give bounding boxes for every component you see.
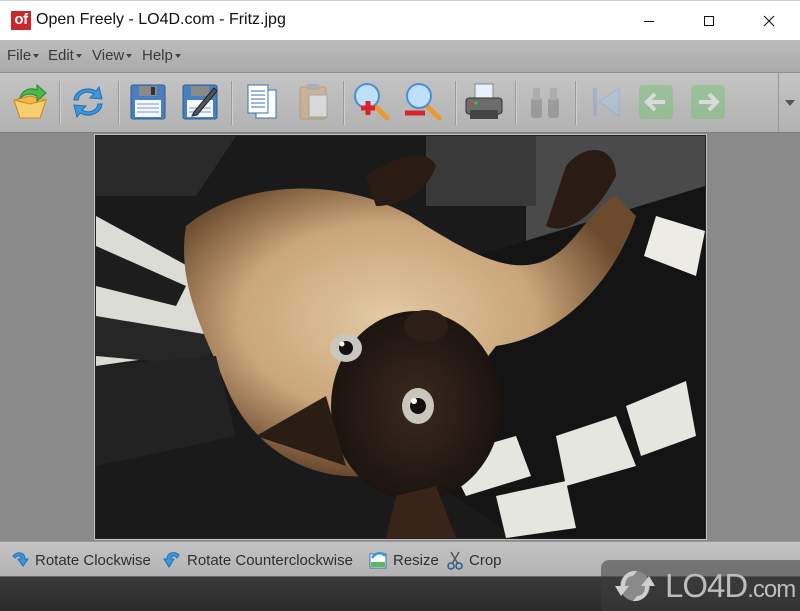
menu-edit[interactable]: Edit <box>48 47 82 64</box>
lo4d-watermark: LO4D.com <box>601 560 800 611</box>
toolbar-separator <box>343 81 345 125</box>
binoculars-icon <box>531 88 559 118</box>
find-button[interactable] <box>523 80 567 124</box>
rotate-clockwise-button[interactable]: Rotate Clockwise <box>10 550 151 570</box>
rotate-counterclockwise-label: Rotate Counterclockwise <box>187 551 353 569</box>
crop-button[interactable]: Crop <box>446 550 502 570</box>
chevron-down-icon <box>785 99 795 106</box>
app-logo: of <box>11 11 31 30</box>
first-button[interactable] <box>583 80 627 124</box>
menu-help[interactable]: Help <box>142 47 181 64</box>
minimize-icon <box>644 21 654 22</box>
caret-down-icon <box>75 54 82 59</box>
resize-button[interactable]: Resize <box>368 550 439 570</box>
toolbar-separator <box>455 81 457 125</box>
rotate-counterclockwise-icon <box>163 552 180 568</box>
watermark-suffix: .com <box>747 575 796 603</box>
forward-button[interactable] <box>686 80 730 124</box>
toolbar <box>0 73 800 133</box>
refresh-button[interactable] <box>66 80 110 124</box>
toolbar-separator <box>118 81 120 125</box>
arrow-left-icon <box>639 85 673 119</box>
caret-down-icon <box>33 54 40 59</box>
close-button[interactable] <box>746 1 792 41</box>
zoom-out-button[interactable] <box>401 80 445 124</box>
menu-file-label: File <box>7 47 32 64</box>
rotate-clockwise-label: Rotate Clockwise <box>35 551 151 569</box>
scissors-icon <box>447 551 463 570</box>
open-folder-icon <box>13 83 47 119</box>
arrow-right-icon <box>691 85 725 119</box>
copy-button[interactable] <box>240 80 284 124</box>
rotate-counterclockwise-button[interactable]: Rotate Counterclockwise <box>162 550 353 570</box>
minimize-button[interactable] <box>626 1 672 41</box>
first-page-icon <box>593 87 620 117</box>
photo-viewer[interactable] <box>94 134 707 540</box>
menu-view-label: View <box>92 47 125 64</box>
menu-edit-label: Edit <box>48 47 74 64</box>
resize-icon <box>369 552 387 569</box>
resize-label: Resize <box>393 551 439 569</box>
close-icon <box>763 15 775 27</box>
print-button[interactable] <box>462 80 506 124</box>
window-title: Open Freely - LO4D.com - Fritz.jpg <box>36 11 286 28</box>
menu-bar: File Edit View Help <box>0 40 800 73</box>
caret-down-icon <box>174 54 181 59</box>
menu-file[interactable]: File <box>7 47 40 64</box>
zoom-in-icon <box>354 83 390 121</box>
toolbar-separator <box>231 81 233 125</box>
maximize-icon <box>704 16 714 26</box>
menu-help-label: Help <box>142 47 173 64</box>
save-as-button[interactable] <box>178 80 222 124</box>
save-icon <box>130 84 166 120</box>
open-button[interactable] <box>8 80 52 124</box>
toolbar-separator <box>575 81 577 125</box>
save-button[interactable] <box>126 80 170 124</box>
menu-view[interactable]: View <box>92 47 133 64</box>
zoom-out-icon <box>405 83 442 121</box>
watermark-brand: LO4D <box>665 566 748 604</box>
refresh-icon <box>73 85 103 119</box>
paste-button[interactable] <box>292 80 336 124</box>
rotate-clockwise-icon <box>12 552 29 567</box>
save-as-icon <box>182 84 218 120</box>
lo4d-logo-icon <box>615 570 655 601</box>
crop-label: Crop <box>469 551 502 569</box>
copy-icon <box>247 84 277 119</box>
paste-icon <box>299 84 328 120</box>
back-button[interactable] <box>634 80 678 124</box>
caret-down-icon <box>126 54 133 59</box>
toolbar-overflow-button[interactable] <box>778 73 800 132</box>
toolbar-separator <box>59 81 61 125</box>
watermark-text: LO4D.com <box>665 566 796 605</box>
zoom-in-button[interactable] <box>349 80 393 124</box>
printer-icon <box>465 83 503 119</box>
cat-photo <box>96 136 705 538</box>
maximize-button[interactable] <box>686 1 732 41</box>
toolbar-separator <box>515 81 517 125</box>
title-bar: of Open Freely - LO4D.com - Fritz.jpg <box>0 0 800 40</box>
